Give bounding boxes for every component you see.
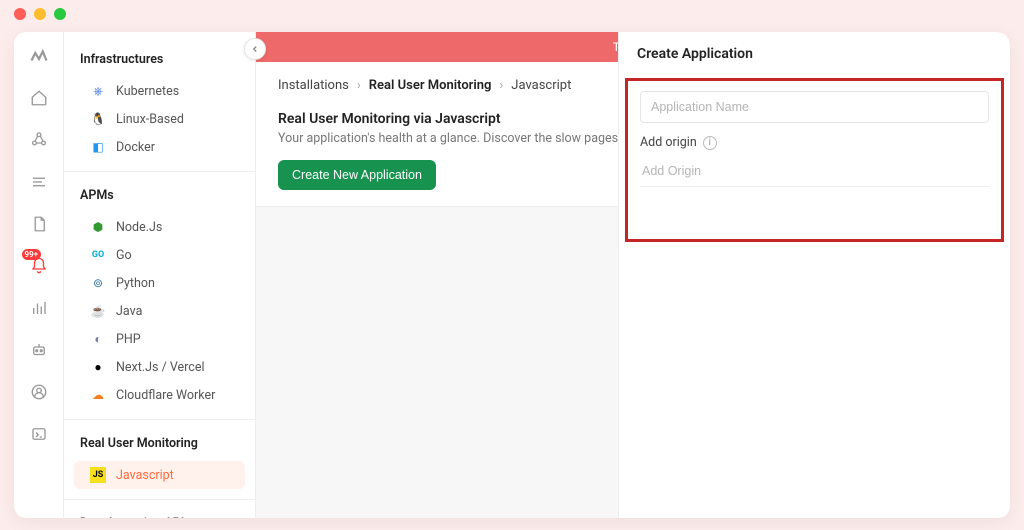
nodejs-icon: ⬢ (90, 219, 106, 235)
docker-icon: ◧ (90, 139, 106, 155)
breadcrumb-item[interactable]: Installations (278, 78, 349, 93)
nav-home-icon[interactable] (29, 88, 49, 108)
create-new-application-button[interactable]: Create New Application (278, 160, 436, 190)
sidebar-item-linux[interactable]: 🐧 Linux-Based (64, 105, 255, 133)
brand-logo-icon[interactable] (29, 46, 49, 66)
window-minimize-dot[interactable] (34, 8, 46, 20)
add-origin-label-text: Add origin (640, 135, 697, 150)
add-origin-label: Add origin i (640, 135, 989, 150)
chevron-right-icon: › (357, 78, 361, 93)
sidebar-item-label: PHP (116, 332, 141, 347)
java-icon: ☕ (90, 303, 106, 319)
integrations-sidebar: Infrastructures ⎈ Kubernetes 🐧 Linux-Based… (64, 32, 256, 518)
collapse-sidebar-button[interactable] (244, 38, 266, 60)
panel-title: Create Application (619, 32, 1010, 74)
alerts-badge: 99+ (22, 249, 42, 260)
python-icon: ⊚ (90, 275, 106, 291)
nav-terminal-icon[interactable] (29, 424, 49, 444)
sidebar-item-docker[interactable]: ◧ Docker (64, 133, 255, 161)
window-close-dot[interactable] (14, 8, 26, 20)
sidebar-item-label: Docker (116, 140, 155, 155)
sidebar-item-cloudflare[interactable]: ☁ Cloudflare Worker (64, 381, 255, 409)
nav-logs-icon[interactable] (29, 172, 49, 192)
php-icon: ◐ (90, 331, 106, 347)
divider (64, 171, 255, 172)
nav-users-icon[interactable] (29, 382, 49, 402)
sidebar-item-label: Linux-Based (116, 112, 184, 127)
kubernetes-icon: ⎈ (90, 83, 106, 99)
nav-metrics-icon[interactable] (29, 298, 49, 318)
sidebar-item-label: Cloudflare Worker (116, 388, 215, 403)
chevron-right-icon: › (499, 78, 503, 93)
breadcrumb-item[interactable]: Javascript (511, 78, 571, 93)
nav-clusters-icon[interactable] (29, 130, 49, 150)
window-zoom-dot[interactable] (54, 8, 66, 20)
create-application-panel: Create Application Add origin i (618, 32, 1010, 518)
cloudflare-icon: ☁ (90, 387, 106, 403)
javascript-icon: JS (90, 467, 106, 483)
nav-document-icon[interactable] (29, 214, 49, 234)
sidebar-item-nextjs[interactable]: ● Next.Js / Vercel (64, 353, 255, 381)
sidebar-item-label: Java (116, 304, 142, 319)
sidebar-item-nodejs[interactable]: ⬢ Node.Js (64, 213, 255, 241)
sidebar-item-javascript[interactable]: JS Javascript (74, 461, 245, 489)
section-title: Data Ingestion APIs (64, 510, 255, 518)
sidebar-item-label: Kubernetes (116, 84, 179, 99)
application-name-input[interactable] (640, 91, 989, 123)
sidebar-item-java[interactable]: ☕ Java (64, 297, 255, 325)
section-title: APMs (64, 182, 255, 213)
sidebar-item-go[interactable]: GO Go (64, 241, 255, 269)
nav-rail: 99+ (14, 32, 64, 518)
linux-icon: 🐧 (90, 111, 106, 127)
info-icon[interactable]: i (703, 136, 717, 150)
go-icon: GO (90, 247, 106, 263)
section-title: Infrastructures (64, 46, 255, 77)
divider (64, 499, 255, 500)
nav-bot-icon[interactable] (29, 340, 49, 360)
nav-alerts-icon[interactable]: 99+ (29, 256, 49, 276)
app-window: 99+ Infrastructures ⎈ Kubernetes 🐧 Linux-B… (14, 32, 1010, 518)
add-origin-input[interactable] (640, 156, 989, 187)
sidebar-item-php[interactable]: ◐ PHP (64, 325, 255, 353)
divider (64, 419, 255, 420)
sidebar-item-label: Node.Js (116, 220, 162, 235)
breadcrumb-item[interactable]: Real User Monitoring (369, 78, 492, 93)
sidebar-item-label: Next.Js / Vercel (116, 360, 205, 375)
sidebar-item-label: Javascript (116, 468, 174, 483)
nextjs-icon: ● (90, 359, 106, 375)
main-content: To mon Installations › Real User Monitor… (256, 32, 1010, 518)
section-title: Real User Monitoring (64, 430, 255, 461)
sidebar-item-label: Python (116, 276, 155, 291)
sidebar-item-python[interactable]: ⊚ Python (64, 269, 255, 297)
sidebar-item-label: Go (116, 248, 132, 263)
sidebar-item-kubernetes[interactable]: ⎈ Kubernetes (64, 77, 255, 105)
window-titlebar (0, 0, 1024, 28)
highlighted-form-region: Add origin i (625, 78, 1004, 242)
